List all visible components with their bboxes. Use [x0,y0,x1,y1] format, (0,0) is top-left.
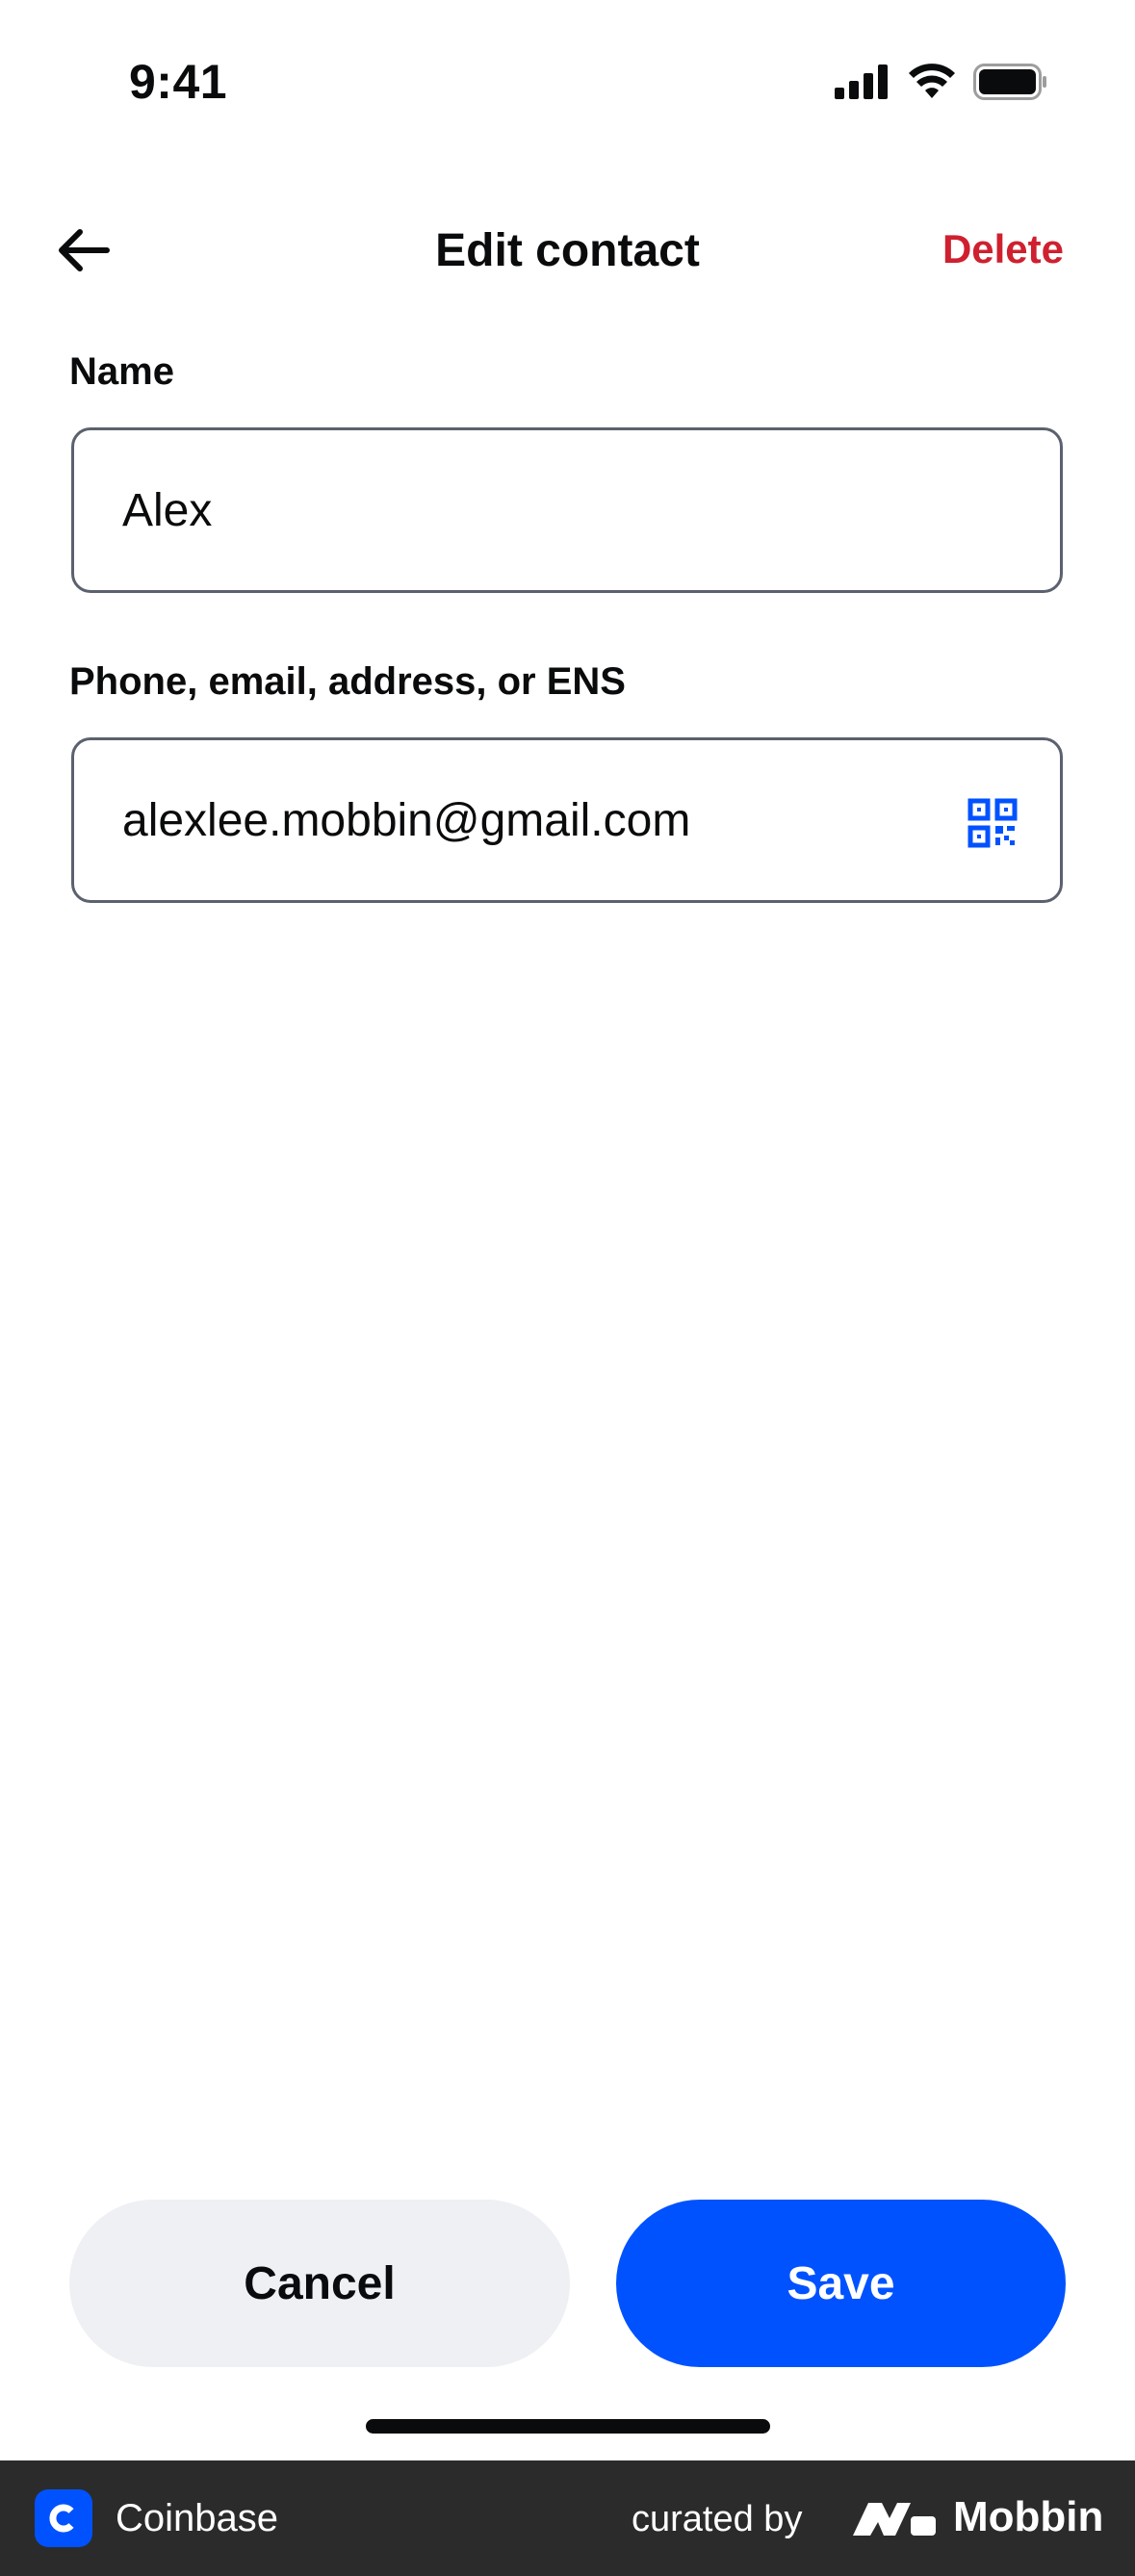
footer-app-name: Coinbase [116,2497,279,2539]
signal-icon [835,64,888,99]
footer-brand: Mobbin [953,2493,1104,2540]
status-bar: 9:41 [0,0,1135,168]
address-input-value: alexlee.mobbin@gmail.com [122,795,691,846]
name-input-value: Alex [122,485,213,536]
footer-bar: Coinbase curated by Mobbin [0,2460,1135,2576]
footer-curated-by: curated by [632,2499,803,2539]
qr-code-icon [967,798,1018,848]
mobbin-logo-icon [853,2503,936,2536]
name-input[interactable]: Alex [71,427,1063,593]
header: Edit contact Delete [0,197,1135,303]
qr-scan-button[interactable] [967,798,1018,848]
name-label: Name [69,350,174,393]
status-time: 9:41 [129,55,228,109]
delete-button[interactable]: Delete [942,226,1064,272]
home-indicator [366,2419,770,2434]
cancel-button[interactable]: Cancel [69,2200,570,2367]
battery-icon [973,64,1046,100]
address-input[interactable]: alexlee.mobbin@gmail.com [71,737,1063,903]
address-label: Phone, email, address, or ENS [69,660,626,703]
status-icons [835,64,1048,100]
wifi-icon [909,64,955,98]
save-button[interactable]: Save [616,2200,1066,2367]
coinbase-logo-icon [35,2489,92,2547]
edit-contact-screen: 9:41 Edit contact Delete Name Alex Phone… [0,0,1135,2576]
